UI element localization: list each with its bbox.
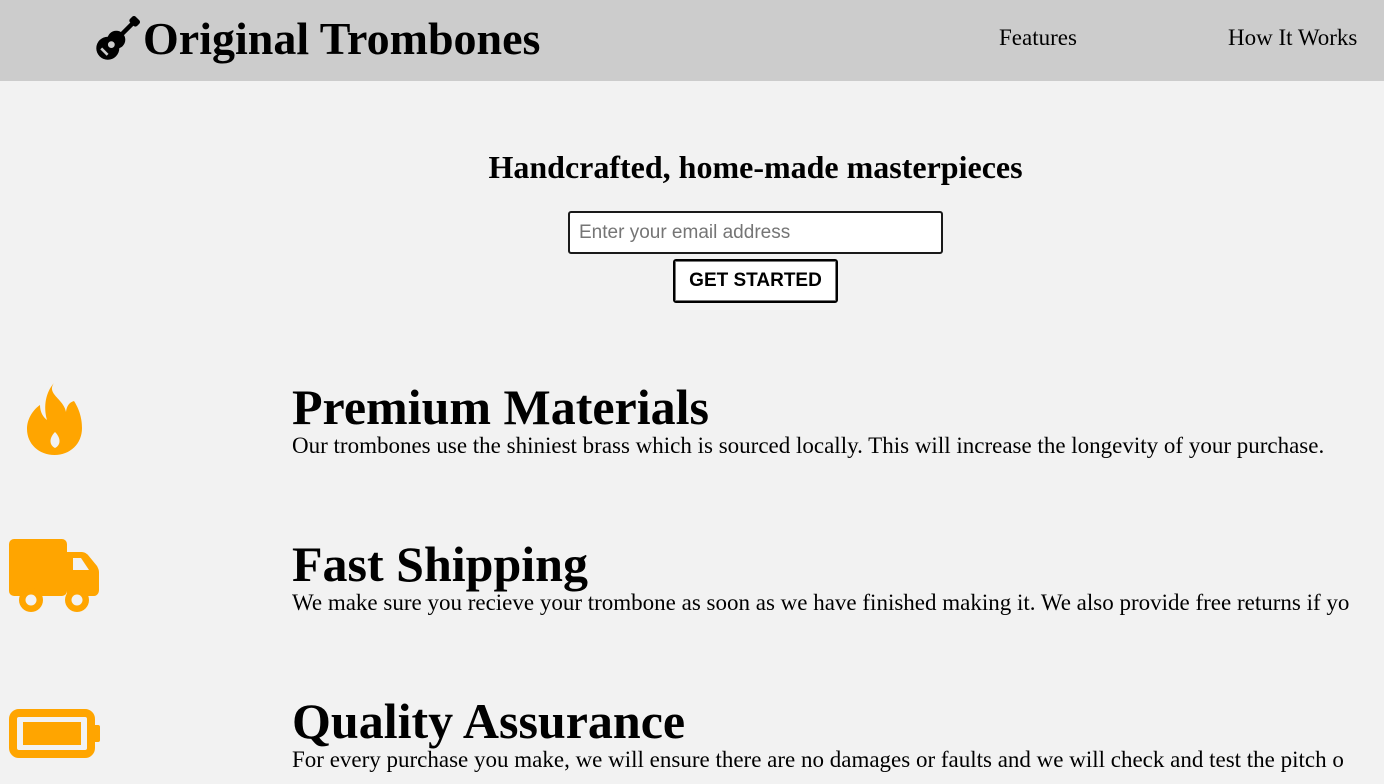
feature-title: Quality Assurance xyxy=(292,693,686,749)
brand-logo[interactable]: Original Trombones xyxy=(92,11,540,67)
hero-title: Handcrafted, home-made masterpieces xyxy=(488,149,1023,185)
nav-link-features[interactable]: Features xyxy=(999,24,1077,52)
feature-title: Fast Shipping xyxy=(292,536,588,592)
brand-name: Original Trombones xyxy=(143,13,541,64)
get-started-button[interactable]: GET STARTED xyxy=(673,259,838,303)
email-input[interactable] xyxy=(568,211,943,254)
guitar-icon xyxy=(96,15,141,60)
site-header: Original Trombones Features How It Works xyxy=(0,0,1384,81)
battery-icon xyxy=(9,709,100,758)
fire-icon xyxy=(27,383,82,455)
feature-title: Premium Materials xyxy=(292,379,709,435)
nav-link-how-it-works[interactable]: How It Works xyxy=(1228,24,1357,52)
feature-description: For every purchase you make, we will ens… xyxy=(292,747,1344,772)
truck-icon xyxy=(9,539,99,612)
feature-description: We make sure you recieve your trombone a… xyxy=(292,590,1350,615)
feature-description: Our trombones use the shiniest brass whi… xyxy=(292,433,1325,458)
